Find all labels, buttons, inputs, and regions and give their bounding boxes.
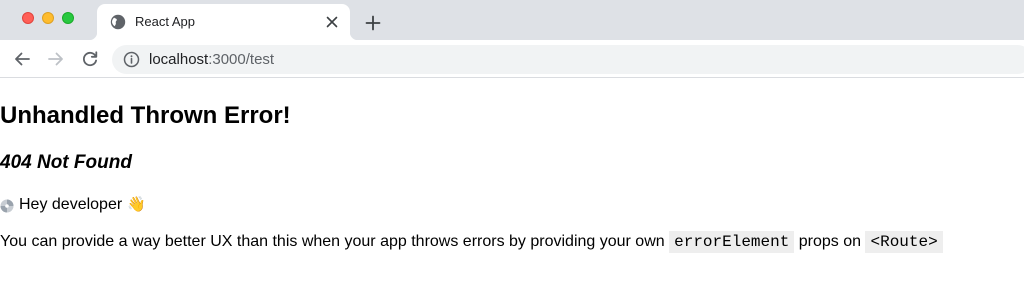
url-text: localhost:3000/test [149,51,274,69]
address-bar[interactable]: localhost:3000/test [112,45,1024,74]
globe-icon [110,14,126,30]
reload-icon [82,51,98,67]
route-code: <Route> [865,231,943,253]
greeting-text: Hey developer [19,196,123,213]
close-window-button[interactable] [22,12,34,24]
window-controls [22,12,74,24]
page-content: Unhandled Thrown Error! 404 Not Found He… [0,79,1024,305]
tab-strip: React App [0,0,1024,40]
error-status: 404 Not Found [0,152,132,173]
tab-title: React App [135,14,195,29]
developer-greeting: Hey developer 👋 [0,194,146,216]
disc-icon [0,198,14,213]
error-element-code: errorElement [669,231,795,253]
close-tab-icon[interactable] [324,14,340,30]
waving-hand-icon: 👋 [127,196,146,213]
browser-toolbar: localhost:3000/test [0,40,1024,78]
error-title: Unhandled Thrown Error! [0,102,291,129]
arrow-left-icon [15,52,30,66]
plus-icon [365,15,381,31]
zoom-window-button[interactable] [62,12,74,24]
new-tab-button[interactable] [362,12,384,34]
url-host: localhost [149,51,209,68]
url-path: :3000/test [208,51,275,68]
browser-tab[interactable]: React App [89,4,358,40]
minimize-window-button[interactable] [42,12,54,24]
forward-button[interactable] [46,49,66,69]
info-icon[interactable] [123,51,140,68]
description-text-middle: props on [794,233,866,250]
back-button[interactable] [12,49,32,69]
error-description: You can provide a way better UX than thi… [0,230,943,254]
reload-button[interactable] [80,49,100,69]
arrow-right-icon [48,52,63,66]
description-text-start: You can provide a way better UX than thi… [0,233,670,250]
